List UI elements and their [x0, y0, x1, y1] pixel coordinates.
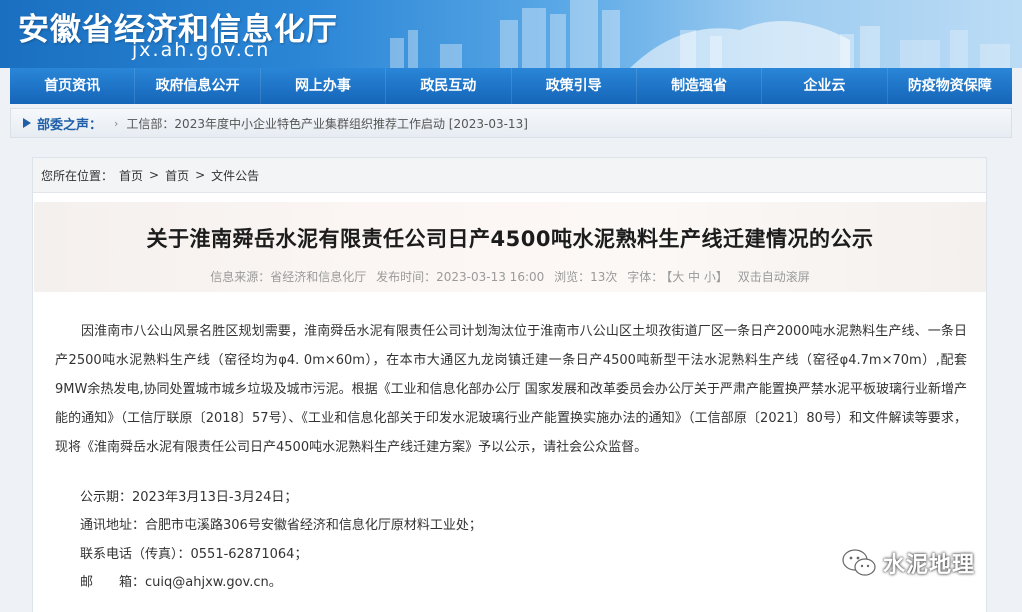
article-views: 浏览：13次 [554, 270, 618, 284]
article-published: 发布时间：2023-03-13 16:00 [376, 270, 545, 284]
nav-item-enterprise-cloud[interactable]: 企业云 [762, 68, 888, 104]
nav-item-epidemic-supplies[interactable]: 防疫物资保障 [888, 68, 1012, 104]
content-panel: 您所在位置： 首页 > 首页 > 文件公告 关于淮南舜岳水泥有限责任公司日产45… [32, 157, 987, 612]
font-size-control[interactable]: 【大 中 小】 [666, 270, 728, 284]
article-source: 信息来源：省经济和信息化厅 [210, 270, 367, 284]
news-ticker: 部委之声： › 工信部：2023年度中小企业特色产业集群组织推荐工作启动 [20… [10, 108, 1012, 138]
watermark: 水泥地理 [841, 547, 975, 579]
mailing-address: 通讯地址：合肥市屯溪路306号安徽省经济和信息化厅原材料工业处； [80, 518, 482, 533]
nav-item-gov-info[interactable]: 政府信息公开 [135, 68, 261, 104]
nav-item-manufacturing[interactable]: 制造强省 [637, 68, 763, 104]
breadcrumb-separator: > [149, 168, 160, 182]
ticker-news-link[interactable]: 工信部：2023年度中小企业特色产业集群组织推荐工作启动 [2023-03-13… [126, 115, 527, 132]
site-banner: 安徽省经济和信息化厅 jx.ah.gov.cn [0, 0, 1022, 68]
ticker-bullet: › [114, 116, 119, 130]
breadcrumb-separator: > [195, 168, 206, 182]
nav-item-home-news[interactable]: 首页资讯 [10, 68, 136, 104]
site-domain: jx.ah.gov.cn [132, 39, 271, 61]
main-nav: 首页资讯 政府信息公开 网上办事 政民互动 政策引导 制造强省 企业云 防疫物资… [10, 68, 1012, 104]
nav-item-online-services[interactable]: 网上办事 [261, 68, 387, 104]
skyline-illustration [390, 0, 1010, 68]
breadcrumb-home[interactable]: 首页 [119, 167, 143, 184]
article-title: 关于淮南舜岳水泥有限责任公司日产4500吨水泥熟料生产线迁建情况的公示 [146, 227, 874, 251]
nav-item-policy[interactable]: 政策引导 [512, 68, 637, 104]
page: 安徽省经济和信息化厅 jx.ah.gov.cn 首页资讯 政府信息公开 网上办事… [0, 0, 1022, 612]
article-body: 因淮南市八公山风景名胜区规划需要，淮南舜岳水泥有限责任公司计划淘汰位于淮南市八公… [55, 324, 967, 455]
triangle-right-icon [23, 118, 31, 128]
autoscroll-toggle[interactable]: 双击自动滚屏 [738, 270, 810, 284]
notice-period: 公示期：2023年3月13日-3月24日； [80, 490, 298, 505]
article-header: 关于淮南舜岳水泥有限责任公司日产4500吨水泥熟料生产线迁建情况的公示 信息来源… [34, 202, 986, 292]
breadcrumb-prefix: 您所在位置： [41, 168, 114, 183]
watermark-text: 水泥地理 [883, 553, 976, 578]
wechat-icon [842, 549, 876, 576]
nav-item-interaction[interactable]: 政民互动 [386, 68, 512, 104]
contact-phone: 联系电话（传真）：0551-62871064； [80, 547, 308, 562]
breadcrumb-notices[interactable]: 文件公告 [211, 167, 259, 184]
contact-email: 邮 箱：cuiq@ahjxw.gov.cn。 [80, 575, 282, 590]
font-label: 字体： [627, 270, 664, 284]
article-meta: 信息来源：省经济和信息化厅 发布时间：2023-03-13 16:00 浏览：1… [34, 268, 986, 285]
breadcrumb-home-2[interactable]: 首页 [165, 167, 189, 184]
breadcrumb: 您所在位置： 首页 > 首页 > 文件公告 [33, 158, 986, 193]
ticker-label: 部委之声： [37, 117, 103, 133]
